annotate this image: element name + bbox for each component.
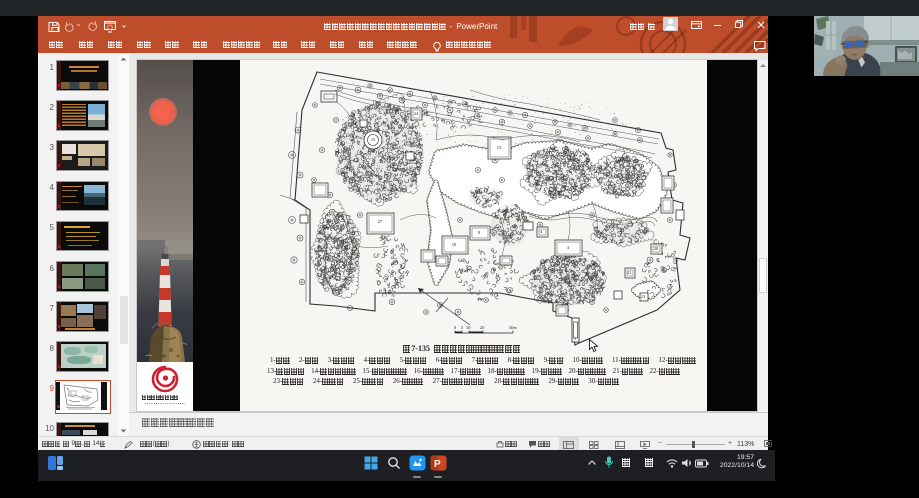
svg-text:24: 24 <box>414 111 419 116</box>
svg-text:10: 10 <box>452 242 457 247</box>
svg-text:13: 13 <box>497 145 502 150</box>
svg-text:30m: 30m <box>509 325 517 330</box>
svg-text:P: P <box>434 459 441 470</box>
svg-text:20: 20 <box>480 325 485 330</box>
svg-text:20: 20 <box>654 246 659 251</box>
svg-text:10: 10 <box>466 325 471 330</box>
svg-text:0: 0 <box>454 325 457 330</box>
svg-text:15: 15 <box>371 137 376 142</box>
svg-text:23: 23 <box>641 294 646 299</box>
svg-text:27: 27 <box>378 219 383 224</box>
svg-text:21: 21 <box>627 270 632 275</box>
svg-text:5: 5 <box>461 325 464 330</box>
